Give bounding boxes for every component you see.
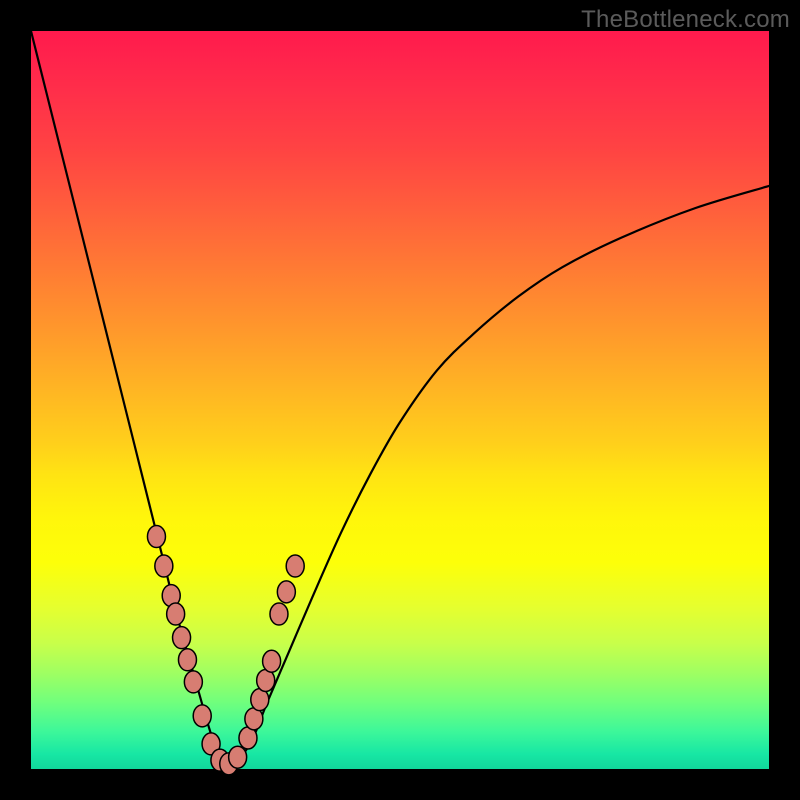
highlight-dot [147,526,165,548]
highlight-dots-group [147,526,304,775]
highlight-dot [155,555,173,577]
highlight-dot [167,603,185,625]
bottleneck-curve [31,31,769,769]
highlight-dot [229,746,247,768]
chart-frame: TheBottleneck.com [0,0,800,800]
highlight-dot [178,649,196,671]
highlight-dot [286,555,304,577]
highlight-dot [193,705,211,727]
highlight-dot [184,671,202,693]
highlight-dot [277,581,295,603]
highlight-dot [173,627,191,649]
highlight-dot [263,650,281,672]
watermark-text: TheBottleneck.com [581,6,790,34]
chart-svg [31,31,769,769]
highlight-dot [270,603,288,625]
